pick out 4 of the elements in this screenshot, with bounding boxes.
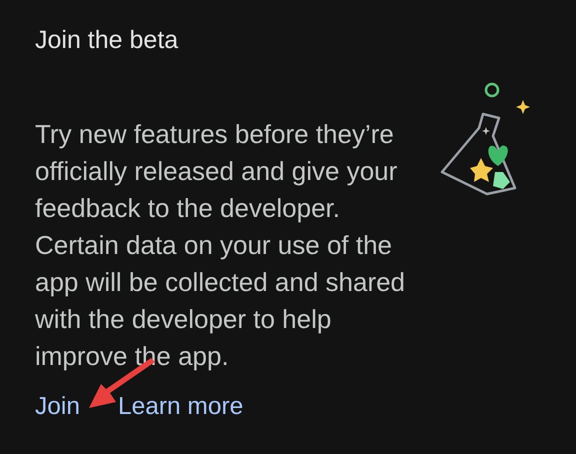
section-title: Join the beta [35,25,180,56]
join-link[interactable]: Join [35,389,80,425]
learn-more-link[interactable]: Learn more [118,389,244,425]
beta-description: Try new features before they’re officially released and give your feedback to the developer. Certain data on your use of the app will be collected and shared with the developer to help improve the app. [35,118,406,373]
